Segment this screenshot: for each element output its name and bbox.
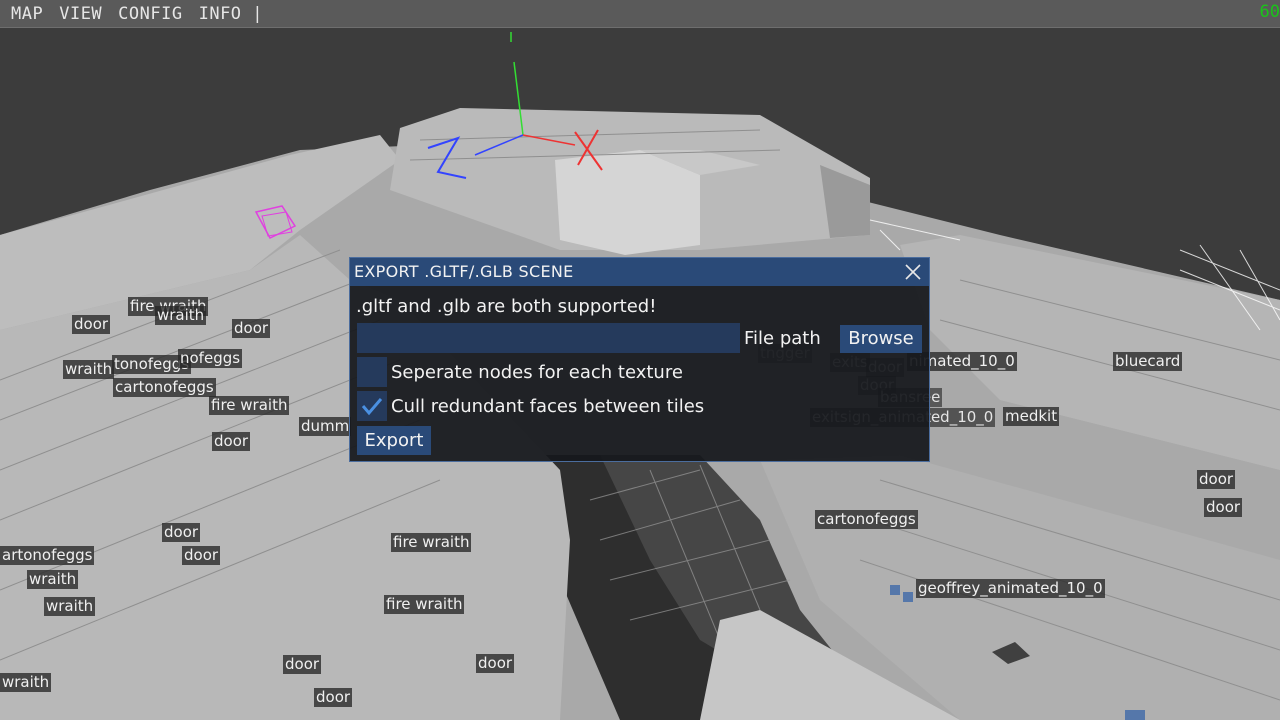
cull-faces-label: Cull redundant faces between tiles <box>391 396 705 417</box>
entity-label: dumm <box>299 417 352 436</box>
menu-map[interactable]: MAP <box>11 4 43 24</box>
entity-label: door <box>283 655 322 674</box>
entity-label: wraith <box>27 570 79 589</box>
entity-label: door <box>1197 470 1236 489</box>
export-dialog: EXPORT .GLTF/.GLB SCENE .gltf and .glb a… <box>349 257 930 462</box>
entity-label: cartonofeggs <box>113 378 216 397</box>
entity-label: wraith <box>63 360 115 379</box>
dialog-description: .gltf and .glb are both supported! <box>356 296 657 317</box>
entity-label: nofeggs <box>178 349 243 368</box>
entity-label: fire wraith <box>209 396 290 415</box>
menu-info[interactable]: INFO | <box>199 4 263 24</box>
close-icon[interactable] <box>903 262 923 282</box>
separate-nodes-checkbox[interactable] <box>357 357 387 387</box>
dialog-title[interactable]: EXPORT .GLTF/.GLB SCENE <box>350 258 929 286</box>
entity-label: cartonofeggs <box>815 510 918 529</box>
entity-label: fire wraith <box>391 533 472 552</box>
entity-label: fire wraith <box>384 595 465 614</box>
menu-config[interactable]: CONFIG <box>118 4 182 24</box>
file-path-input[interactable] <box>357 323 740 353</box>
export-button[interactable]: Export <box>357 426 431 455</box>
entity-label: wraith <box>155 306 207 325</box>
entity-label: door <box>314 688 353 707</box>
entity-label: artonofeggs <box>0 546 95 565</box>
checkmark-icon <box>361 398 383 416</box>
entity-label: medkit <box>1003 407 1060 426</box>
entity-label: wraith <box>0 673 52 692</box>
entity-label: door <box>72 315 111 334</box>
entity-label: bluecard <box>1113 352 1183 371</box>
browse-button[interactable]: Browse <box>840 325 922 353</box>
file-path-label: File path <box>744 328 821 349</box>
separate-nodes-label: Seperate nodes for each texture <box>391 362 683 383</box>
entity-label: door <box>1204 498 1243 517</box>
entity-label: door <box>212 432 251 451</box>
fps-counter: 60 <box>1259 2 1280 22</box>
menu-bar: MAP VIEW CONFIG INFO | 60 <box>0 0 1280 28</box>
cull-faces-checkbox[interactable] <box>357 391 387 421</box>
entity-label: door <box>476 654 515 673</box>
menu-view[interactable]: VIEW <box>59 4 102 24</box>
entity-label: wraith <box>44 597 96 616</box>
entity-label: geoffrey_animated_10_0 <box>916 579 1105 598</box>
entity-label: door <box>182 546 221 565</box>
entity-label: door <box>232 319 271 338</box>
entity-label: door <box>162 523 201 542</box>
